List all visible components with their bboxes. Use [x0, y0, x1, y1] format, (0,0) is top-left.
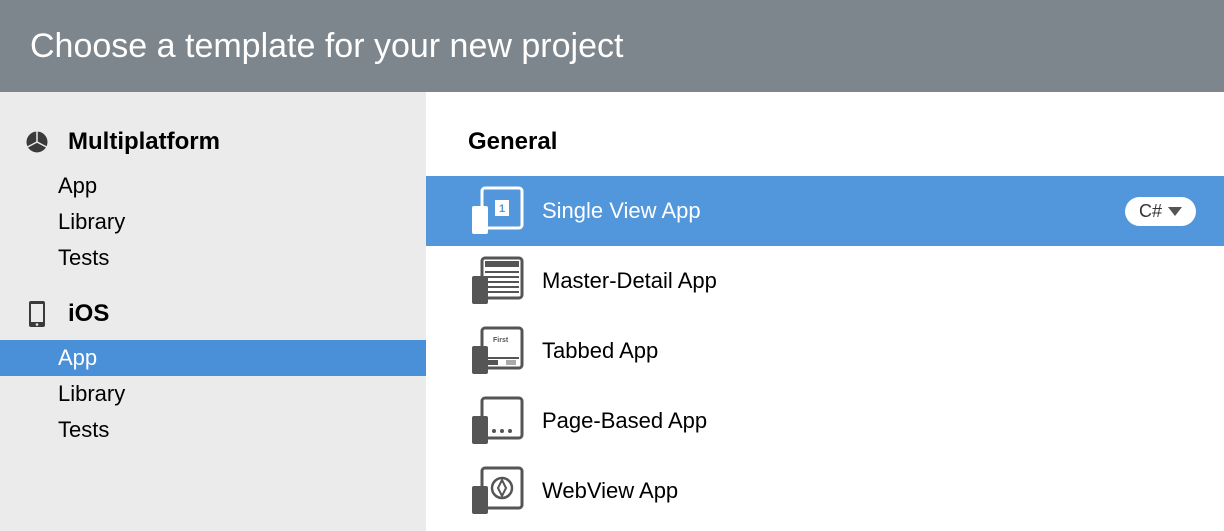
- section-title: General: [426, 128, 1224, 156]
- category-items: App Library Tests: [0, 168, 426, 276]
- sidebar-item-label: App: [58, 173, 97, 198]
- svg-text:1: 1: [499, 203, 505, 215]
- sidebar-category-ios: iOS App Library Tests: [0, 300, 426, 448]
- svg-text:First: First: [493, 337, 509, 344]
- ios-phone-icon: [24, 301, 50, 327]
- template-webview-app[interactable]: WebView App: [426, 456, 1224, 526]
- sidebar-item-label: App: [58, 345, 97, 370]
- header: Choose a template for your new project: [0, 0, 1224, 92]
- multiplatform-icon: [24, 129, 50, 155]
- webview-icon: [468, 466, 524, 516]
- template-page-based-app[interactable]: Page-Based App: [426, 386, 1224, 456]
- category-header: Multiplatform: [0, 128, 426, 168]
- sidebar-item-ios-app[interactable]: App: [0, 340, 426, 376]
- page-based-icon: [468, 396, 524, 446]
- main-panel: General 1 Single View App C#: [426, 92, 1224, 531]
- sidebar-item-multiplatform-app[interactable]: App: [0, 168, 426, 204]
- page-title: Choose a template for your new project: [30, 27, 623, 66]
- template-master-detail-app[interactable]: Master-Detail App: [426, 246, 1224, 316]
- sidebar-item-ios-library[interactable]: Library: [0, 376, 426, 412]
- sidebar-item-multiplatform-library[interactable]: Library: [0, 204, 426, 240]
- sidebar-item-ios-tests[interactable]: Tests: [0, 412, 426, 448]
- content: Multiplatform App Library Tests: [0, 92, 1224, 531]
- language-label: C#: [1139, 201, 1162, 222]
- template-label: WebView App: [542, 478, 1196, 504]
- template-label: Page-Based App: [542, 408, 1196, 434]
- sidebar-item-label: Tests: [58, 417, 109, 442]
- chevron-down-icon: [1168, 207, 1182, 216]
- category-title: iOS: [68, 300, 109, 328]
- template-tabbed-app[interactable]: First Tabbed App: [426, 316, 1224, 386]
- template-label: Master-Detail App: [542, 268, 1196, 294]
- sidebar-item-label: Library: [58, 381, 125, 406]
- sidebar-item-label: Library: [58, 209, 125, 234]
- single-view-icon: 1: [468, 186, 524, 236]
- sidebar: Multiplatform App Library Tests: [0, 92, 426, 531]
- master-detail-icon: [468, 256, 524, 306]
- sidebar-category-multiplatform: Multiplatform App Library Tests: [0, 128, 426, 276]
- category-header: iOS: [0, 300, 426, 340]
- sidebar-item-label: Tests: [58, 245, 109, 270]
- language-dropdown[interactable]: C#: [1125, 197, 1196, 226]
- sidebar-item-multiplatform-tests[interactable]: Tests: [0, 240, 426, 276]
- tabbed-icon: First: [468, 326, 524, 376]
- template-single-view-app[interactable]: 1 Single View App C#: [426, 176, 1224, 246]
- category-title: Multiplatform: [68, 128, 220, 156]
- template-label: Tabbed App: [542, 338, 1196, 364]
- category-items: App Library Tests: [0, 340, 426, 448]
- template-label: Single View App: [542, 198, 1125, 224]
